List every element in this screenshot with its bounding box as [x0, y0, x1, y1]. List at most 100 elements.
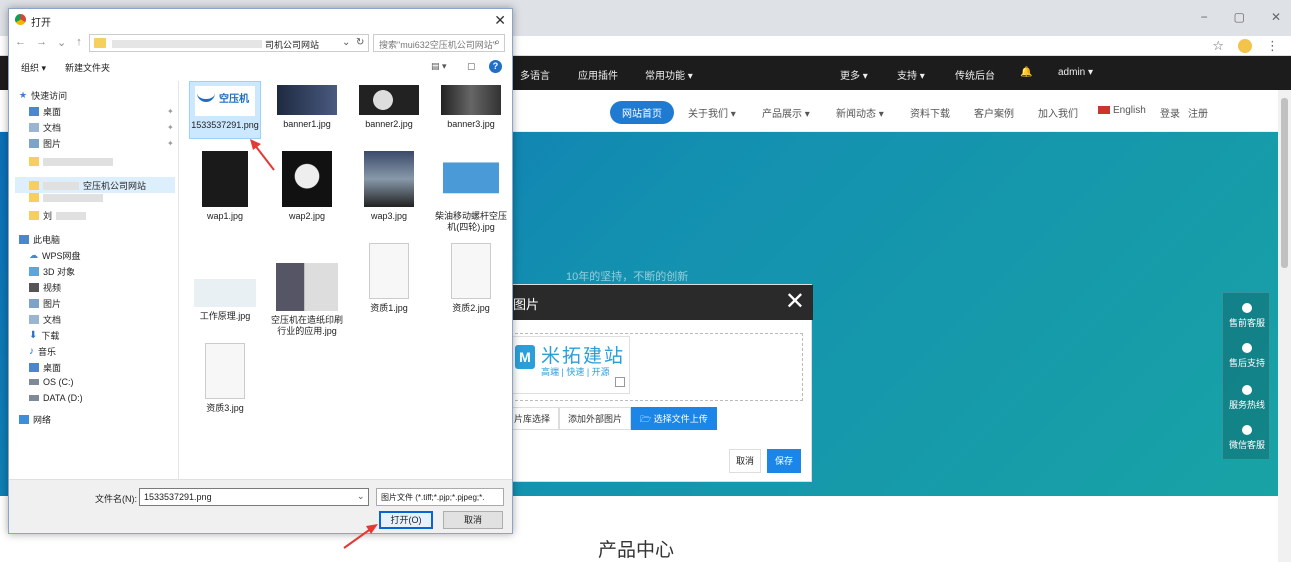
nav-folder-selected[interactable]: 空压机公司网站	[29, 179, 146, 192]
dialog-cancel-button[interactable]: 取消	[443, 511, 503, 529]
nav-videos[interactable]: 视频	[29, 281, 61, 294]
nav-documents[interactable]: 文档	[29, 121, 61, 134]
file-item[interactable]: wap2.jpg	[271, 147, 343, 222]
float-wechat[interactable]: 微信客服	[1223, 425, 1271, 451]
admin-item-classic[interactable]: 传统后台	[955, 67, 995, 82]
back-icon[interactable]: ←	[15, 36, 26, 49]
open-button[interactable]: 打开(O)	[379, 511, 433, 529]
nav-pc-documents[interactable]: 文档	[29, 313, 61, 326]
scrollbar-thumb[interactable]	[1281, 98, 1288, 268]
nav-wps[interactable]: ☁ WPS网盘	[29, 249, 81, 262]
filename-field[interactable]: 1533537291.png	[139, 488, 369, 506]
file-item[interactable]: 柴油移动螺杆空压机(四轮).jpg	[435, 147, 507, 233]
up-icon[interactable]: ↑	[76, 36, 82, 49]
chevron-down-icon[interactable]: ⌄	[342, 37, 350, 48]
modal-save-button[interactable]: 保存	[767, 449, 801, 473]
pin-icon[interactable]: ✦	[167, 139, 174, 148]
nav-cases[interactable]: 客户案例	[974, 105, 1014, 120]
pin-icon[interactable]: ✦	[167, 107, 174, 116]
forward-icon[interactable]: →	[36, 36, 47, 49]
admin-item-multilang[interactable]: 多语言	[520, 67, 550, 82]
file-item[interactable]: 资质2.jpg	[435, 239, 507, 314]
file-item[interactable]: banner1.jpg	[271, 81, 343, 130]
star-icon[interactable]: ☆	[1212, 38, 1224, 54]
float-aftersale[interactable]: 售后支持	[1223, 343, 1271, 369]
file-item-selected[interactable]: 空压机 1533537291.png	[189, 81, 261, 139]
nav-3d[interactable]: 3D 对象	[29, 265, 75, 278]
refresh-icon[interactable]: ↻	[356, 37, 364, 48]
nav-desktop[interactable]: 桌面	[29, 105, 61, 118]
external-image-button[interactable]: 添加外部图片	[559, 407, 632, 430]
file-item[interactable]: 工作原理.jpg	[189, 259, 261, 322]
page-scrollbar[interactable]	[1278, 90, 1291, 562]
recent-icon[interactable]: ⌄	[57, 36, 66, 49]
admin-item-more[interactable]: 更多 ▾	[840, 67, 868, 82]
new-folder-button[interactable]: 新建文件夹	[65, 61, 110, 74]
thumb-brand: 米拓建站	[541, 346, 626, 367]
file-thumbnail	[369, 243, 409, 299]
dialog-close-icon[interactable]: ✕	[494, 12, 506, 29]
nav-pc-pictures[interactable]: 图片	[29, 297, 61, 310]
nav-downloads[interactable]: 资料下载	[910, 105, 950, 120]
file-item[interactable]: 资质3.jpg	[189, 339, 261, 414]
library-button[interactable]: 片库选择	[505, 407, 560, 430]
nav-drive-d[interactable]: DATA (D:)	[29, 393, 83, 403]
nav-label: 文档	[43, 123, 62, 133]
admin-user-menu[interactable]: admin ▾	[1058, 67, 1093, 78]
minimize-icon[interactable]: −	[1201, 10, 1208, 24]
nav-music[interactable]: ♪ 音乐	[29, 345, 56, 358]
trash-icon[interactable]	[615, 377, 625, 387]
view-options-icon[interactable]: ▤ ▾	[431, 61, 447, 72]
nav-about[interactable]: 关于我们 ▾	[688, 105, 736, 120]
file-item[interactable]: wap3.jpg	[353, 147, 425, 222]
nav-quick-access[interactable]: ★ 快速访问	[19, 89, 67, 102]
nav-network[interactable]: 网络	[19, 413, 51, 426]
nav-folder-liu[interactable]: 刘	[29, 209, 87, 222]
nav-pc-desktop[interactable]: 桌面	[29, 361, 61, 374]
admin-item-plugins[interactable]: 应用插件	[578, 67, 618, 82]
bell-icon[interactable]: 🔔	[1020, 67, 1032, 78]
pin-icon[interactable]: ✦	[167, 123, 174, 132]
nav-login[interactable]: 登录	[1160, 105, 1180, 120]
close-window-icon[interactable]: ✕	[1271, 10, 1281, 24]
image-thumbnail[interactable]: M 米拓建站 高端 | 快速 | 开源	[510, 336, 630, 394]
upload-button[interactable]: 🗁 选择文件上传	[631, 407, 717, 430]
nav-news[interactable]: 新闻动态 ▾	[836, 105, 884, 120]
file-name: banner2.jpg	[365, 119, 413, 129]
filetype-select[interactable]: 图片文件 (*.tiff;*.pjp;*.pjpeg;*.	[376, 488, 504, 506]
menu-icon[interactable]: ⋮	[1266, 38, 1279, 54]
file-item[interactable]: banner3.jpg	[435, 81, 507, 130]
maximize-icon[interactable]: ▢	[1234, 10, 1245, 24]
path-bar[interactable]: 司机公司网站 ⌄ ↻	[89, 34, 369, 52]
organize-button[interactable]: 组织 ▾	[21, 61, 46, 74]
modal-cancel-button[interactable]: 取消	[729, 449, 761, 473]
preview-pane-icon[interactable]: ▢	[467, 61, 476, 72]
chevron-down-icon[interactable]: ⌄	[357, 491, 365, 502]
dialog-search[interactable]: 搜索"mui632空压机公司网站" ⌕	[373, 34, 505, 52]
avatar[interactable]	[1238, 39, 1252, 53]
help-icon[interactable]: ?	[489, 60, 502, 73]
file-item[interactable]: 资质1.jpg	[353, 239, 425, 314]
nav-join[interactable]: 加入我们	[1038, 105, 1078, 120]
nav-folder-blurred[interactable]	[29, 157, 113, 166]
file-item[interactable]: wap1.jpg	[189, 147, 261, 222]
nav-this-pc[interactable]: 此电脑	[19, 233, 60, 246]
admin-item-common[interactable]: 常用功能 ▾	[645, 67, 693, 82]
nav-downloads[interactable]: ⬇ 下载	[29, 329, 59, 342]
nav-english[interactable]: English	[1098, 105, 1146, 116]
search-input[interactable]: 搜索"mui632空压机公司网站"	[379, 38, 496, 51]
float-hotline[interactable]: 服务热线	[1223, 385, 1271, 411]
nav-pictures[interactable]: 图片	[29, 137, 61, 150]
video-icon	[29, 283, 39, 292]
nav-products[interactable]: 产品展示 ▾	[762, 105, 810, 120]
file-item[interactable]: 空压机在造纸印刷行业的应用.jpg	[271, 259, 343, 337]
nav-drive-c[interactable]: OS (C:)	[29, 377, 74, 387]
nav-folder-blurred-2[interactable]	[29, 193, 103, 202]
nav-home[interactable]: 网站首页	[610, 101, 674, 124]
close-icon[interactable]: ✕	[785, 287, 805, 316]
float-label: 微信客服	[1228, 440, 1265, 450]
nav-register[interactable]: 注册	[1188, 105, 1208, 120]
admin-item-support[interactable]: 支持 ▾	[897, 67, 925, 82]
float-presale[interactable]: 售前客服	[1223, 303, 1271, 329]
file-item[interactable]: banner2.jpg	[353, 81, 425, 130]
